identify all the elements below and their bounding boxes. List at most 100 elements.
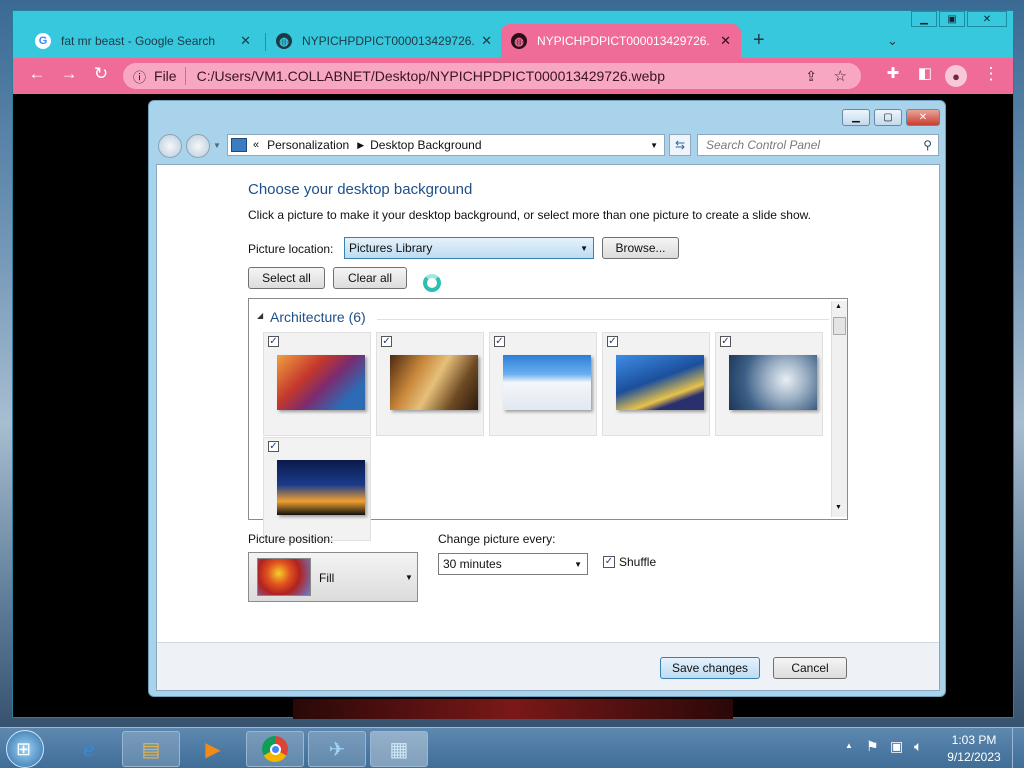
picture-location-label: Picture location: [248,242,334,256]
chrome-icon[interactable] [246,731,304,767]
group-header-architecture[interactable]: Architecture (6) [270,309,366,325]
wallpaper-thumbnail[interactable]: ✓ [263,437,371,541]
thumbnail-checkbox[interactable]: ✓ [268,336,279,347]
cancel-button[interactable]: Cancel [773,657,847,679]
collapse-group-icon[interactable]: ◢ [257,311,263,320]
wallpaper-thumbnail[interactable]: ✓ [263,332,371,436]
start-button[interactable]: ⊞ [6,730,44,768]
show-desktop-button[interactable] [1012,728,1024,768]
close-tab-icon[interactable]: ✕ [240,33,251,49]
info-icon[interactable]: ⓘ [133,67,146,86]
clock-date: 9/12/2023 [947,750,1001,764]
thumbnail-checkbox[interactable]: ✓ [494,336,505,347]
maximize-button[interactable]: ▣ [939,11,965,27]
tab-image-2-active[interactable]: ◍ NYPICHPDPICT000013429726.we ✕ [501,24,741,58]
minimize-button[interactable]: ▁ [911,11,937,27]
wallpaper-thumbnail[interactable]: ✓ [715,332,823,436]
browse-button[interactable]: Browse... [602,237,679,259]
architecture-photo-2 [390,355,478,410]
search-control-panel-input[interactable]: Search Control Panel ⚲ [697,134,939,156]
tab-search-chevron-icon[interactable]: ⌄ [887,33,898,49]
busy-cursor-icon [423,274,441,292]
internet-explorer-icon[interactable]: ℯ [60,731,118,767]
forward-button[interactable] [186,134,210,158]
tab-strip: G fat mr beast - Google Search ✕ ◍ NYPIC… [13,11,1013,58]
taskbar-clock[interactable]: 1:03 PM 9/12/2023 [944,733,1004,764]
file-scheme-label: File [154,68,177,84]
forward-arrow-icon[interactable]: → [57,64,81,84]
dialog-minimize-button[interactable]: ▁ [842,109,870,126]
recent-pages-chevron-icon[interactable]: ▼ [213,141,221,150]
picture-position-select[interactable]: Fill ▼ [248,552,418,602]
tab-google-search[interactable]: G fat mr beast - Google Search ✕ [25,24,261,58]
wallpaper-thumbnail[interactable]: ✓ [602,332,710,436]
breadcrumb-bar[interactable]: « Personalization ▶ Desktop Background ▼ [227,134,665,156]
dropdown-arrow-icon: ▼ [405,573,413,582]
picture-position-label: Picture position: [248,532,334,546]
volume-muted-icon[interactable]: 🔈︎ [914,738,922,755]
search-icon[interactable]: ⚲ [923,138,932,152]
shuffle-checkbox[interactable]: ✓ [603,556,615,568]
dialog-footer: Save changes Cancel [157,642,939,690]
action-center-flag-icon[interactable]: ⚑ [866,738,879,755]
scroll-up-icon[interactable]: ▲ [835,303,842,310]
divider [184,67,197,85]
instructions-text: Click a picture to make it your desktop … [248,208,811,222]
side-panel-icon[interactable]: ◧ [913,64,937,82]
dialog-maximize-button[interactable]: ▢ [874,109,902,126]
network-icon[interactable]: ▣ [890,738,903,755]
close-tab-icon[interactable]: ✕ [720,33,731,49]
new-tab-button[interactable]: + [753,29,765,52]
address-dropdown-icon[interactable]: ▼ [650,141,658,150]
scroll-down-icon[interactable]: ▼ [835,504,842,511]
close-window-button[interactable]: ✕ [967,11,1007,27]
select-all-button[interactable]: Select all [248,267,325,289]
wallpaper-thumbnail[interactable]: ✓ [489,332,597,436]
clear-all-button[interactable]: Clear all [333,267,407,289]
remote-app-icon[interactable]: ✈ [308,731,366,767]
architecture-photo-3 [503,355,591,410]
wallpaper-thumbnail[interactable]: ✓ [376,332,484,436]
control-panel-icon [231,138,247,152]
picture-location-select[interactable]: Pictures Library ▼ [344,237,594,259]
media-player-icon[interactable]: ▶ [184,731,242,767]
show-hidden-icons-chevron-icon[interactable]: ▲ [845,741,853,750]
control-panel-taskbar-icon[interactable]: ▦ [370,731,428,767]
url-text[interactable]: C:/Users/VM1.COLLABNET/Desktop/NYPICHPDP… [197,68,665,84]
shuffle-label[interactable]: Shuffle [619,555,656,569]
save-changes-button[interactable]: Save changes [660,657,760,679]
google-icon: G [35,33,51,49]
dialog-close-button[interactable]: ✕ [906,109,940,126]
back-button[interactable] [158,134,182,158]
globe-icon: ◍ [276,33,292,49]
refresh-button[interactable]: ⇆ [669,134,691,156]
bookmark-star-icon[interactable]: ☆ [834,67,847,85]
breadcrumb-personalization[interactable]: Personalization [267,138,349,152]
share-icon[interactable]: ⇪ [805,68,817,85]
dropdown-arrow-icon: ▼ [580,243,588,253]
tab-image-1[interactable]: ◍ NYPICHPDPICT000013429726.we ✕ [266,24,502,58]
profile-avatar-icon[interactable]: ● [945,65,967,87]
extensions-puzzle-icon[interactable]: ✚ [881,64,905,82]
menu-kebab-icon[interactable]: ⋮ [979,64,1003,84]
reload-icon[interactable]: ↻ [89,64,113,84]
scrollbar-thumb[interactable] [833,317,846,335]
page-image-fragment [293,699,733,719]
thumbnail-checkbox[interactable]: ✓ [720,336,731,347]
windows-taskbar: ⊞ ℯ ▤ ▶ ✈ ▦ ▲ ⚑ ▣ 🔈︎ 1:03 PM 9/12/2023 [0,727,1024,768]
change-interval-select[interactable]: 30 minutes ▼ [438,553,588,575]
thumbnail-checkbox[interactable]: ✓ [381,336,392,347]
address-bar[interactable]: ⓘ File C:/Users/VM1.COLLABNET/Desktop/NY… [123,63,861,89]
picture-gallery: ◢ Architecture (6) ✓ ✓ ✓ ✓ ✓ ✓ ▲ ▼ [248,298,848,541]
gallery-scrollbar[interactable]: ▲ ▼ [831,301,847,517]
thumbnail-checkbox[interactable]: ✓ [607,336,618,347]
back-arrow-icon[interactable]: ← [25,64,49,84]
breadcrumb-desktop-background[interactable]: Desktop Background [370,138,481,152]
breadcrumb-chevron-icon: « [253,139,260,151]
group-divider [377,319,829,320]
file-explorer-icon[interactable]: ▤ [122,731,180,767]
architecture-photo-1 [277,355,365,410]
close-tab-icon[interactable]: ✕ [481,33,492,49]
thumbnail-checkbox[interactable]: ✓ [268,441,279,452]
page-title: Choose your desktop background [248,181,473,198]
